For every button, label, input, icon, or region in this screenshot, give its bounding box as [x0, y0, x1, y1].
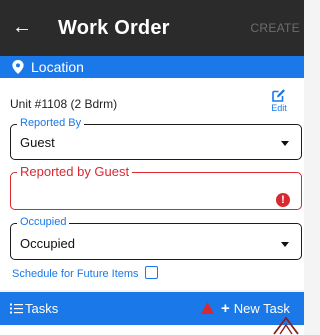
new-task-button[interactable]: + New Task [221, 300, 290, 317]
reported-by-label: Reported By [17, 117, 85, 129]
page-title: Work Order [58, 17, 170, 39]
schedule-future-checkbox[interactable] [145, 266, 158, 279]
new-task-label: New Task [233, 301, 290, 316]
occupied-value: Occupied [20, 236, 75, 251]
location-pin-icon [12, 60, 24, 74]
occupied-select[interactable]: Occupied Occupied [10, 216, 302, 260]
create-button[interactable]: CREATE [250, 21, 300, 35]
back-arrow-icon[interactable]: ← [10, 15, 34, 39]
task-list-area [0, 325, 304, 335]
reported-by-select[interactable]: Reported By Guest [10, 117, 302, 160]
top-bar: ← Work Order CREATE [0, 0, 304, 56]
error-icon: ! [276, 193, 290, 207]
reported-by-value: Guest [20, 135, 55, 150]
unit-name: Unit #1108 (2 Bdrm) [10, 97, 118, 111]
plus-icon: + [221, 300, 230, 317]
tasks-label: Tasks [25, 301, 59, 316]
dropdown-arrow-icon [281, 242, 289, 247]
edit-button[interactable]: Edit [264, 88, 294, 113]
edit-label: Edit [271, 103, 287, 113]
tasks-section-header: Tasks + New Task [0, 292, 304, 325]
list-icon [10, 303, 23, 314]
dropdown-arrow-icon [281, 141, 289, 146]
location-section-header: Location [0, 56, 304, 78]
work-order-form: Unit #1108 (2 Bdrm) Edit Reported By Gue… [0, 78, 304, 290]
reported-by-guest-input[interactable]: Reported by Guest ! [10, 164, 302, 210]
schedule-future-label: Schedule for Future Items [12, 268, 139, 280]
cursor-arrow-icon [273, 316, 299, 335]
warning-icon [201, 302, 214, 314]
edit-icon [272, 89, 285, 102]
occupied-label: Occupied [17, 216, 70, 228]
reported-by-guest-label: Reported by Guest [17, 164, 133, 179]
location-label: Location [31, 59, 84, 75]
